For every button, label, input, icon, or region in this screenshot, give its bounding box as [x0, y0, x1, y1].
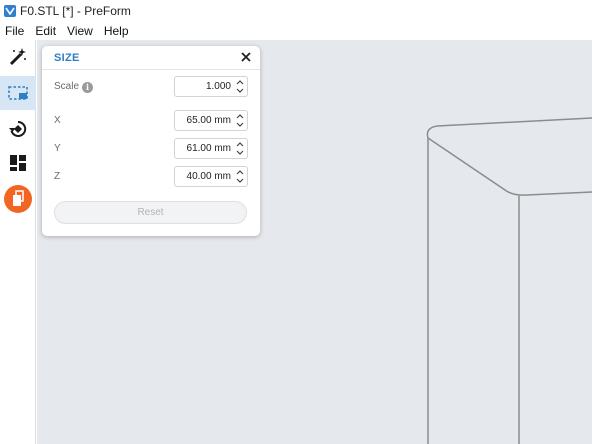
stepper-arrows-icon[interactable]: [236, 169, 244, 184]
supports-icon: [4, 185, 32, 213]
menu-view[interactable]: View: [66, 24, 94, 38]
scale-label: Scale i: [54, 81, 94, 93]
scale-icon: [8, 86, 28, 100]
stepper-arrows-icon[interactable]: [236, 79, 244, 94]
z-value: 40.00 mm: [186, 171, 231, 182]
y-value: 61.00 mm: [186, 143, 231, 154]
panel-title: SIZE: [54, 52, 80, 64]
title-bar: F0.STL [*] - PreForm: [0, 0, 592, 22]
scale-input[interactable]: 1.000: [174, 76, 248, 97]
x-input[interactable]: 65.00 mm: [174, 110, 248, 131]
z-input[interactable]: 40.00 mm: [174, 166, 248, 187]
scale-label-text: Scale: [54, 81, 80, 92]
menu-file[interactable]: File: [4, 24, 25, 38]
tool-auto-orient[interactable]: [0, 40, 36, 74]
window-title: F0.STL [*] - PreForm: [20, 4, 131, 18]
x-label: X: [54, 115, 61, 126]
y-input[interactable]: 61.00 mm: [174, 138, 248, 159]
menu-bar: File Edit View Help: [0, 22, 592, 40]
y-label: Y: [54, 143, 61, 154]
tool-orientation[interactable]: [0, 112, 36, 146]
stepper-arrows-icon[interactable]: [236, 141, 244, 156]
layout-icon: [10, 155, 26, 171]
reset-button[interactable]: Reset: [54, 201, 247, 224]
stepper-arrows-icon[interactable]: [236, 113, 244, 128]
z-label: Z: [54, 171, 61, 182]
left-toolbar: [0, 40, 36, 444]
x-value: 65.00 mm: [186, 115, 231, 126]
close-button[interactable]: [240, 51, 252, 63]
close-icon: [241, 52, 251, 62]
tool-scale[interactable]: [0, 76, 36, 110]
size-panel: SIZE Scale i 1.000 X 65.00 mm Y 61.00 mm …: [42, 46, 260, 236]
preform-app-icon: [4, 5, 16, 17]
tool-supports[interactable]: [0, 182, 36, 216]
scale-value: 1.000: [205, 81, 231, 92]
size-panel-header: SIZE: [42, 46, 260, 70]
tool-layout[interactable]: [0, 146, 36, 180]
menu-edit[interactable]: Edit: [34, 24, 57, 38]
menu-help[interactable]: Help: [103, 24, 130, 38]
info-icon[interactable]: i: [82, 82, 94, 93]
magic-wand-icon: [9, 48, 26, 66]
orient-icon: [9, 120, 27, 137]
